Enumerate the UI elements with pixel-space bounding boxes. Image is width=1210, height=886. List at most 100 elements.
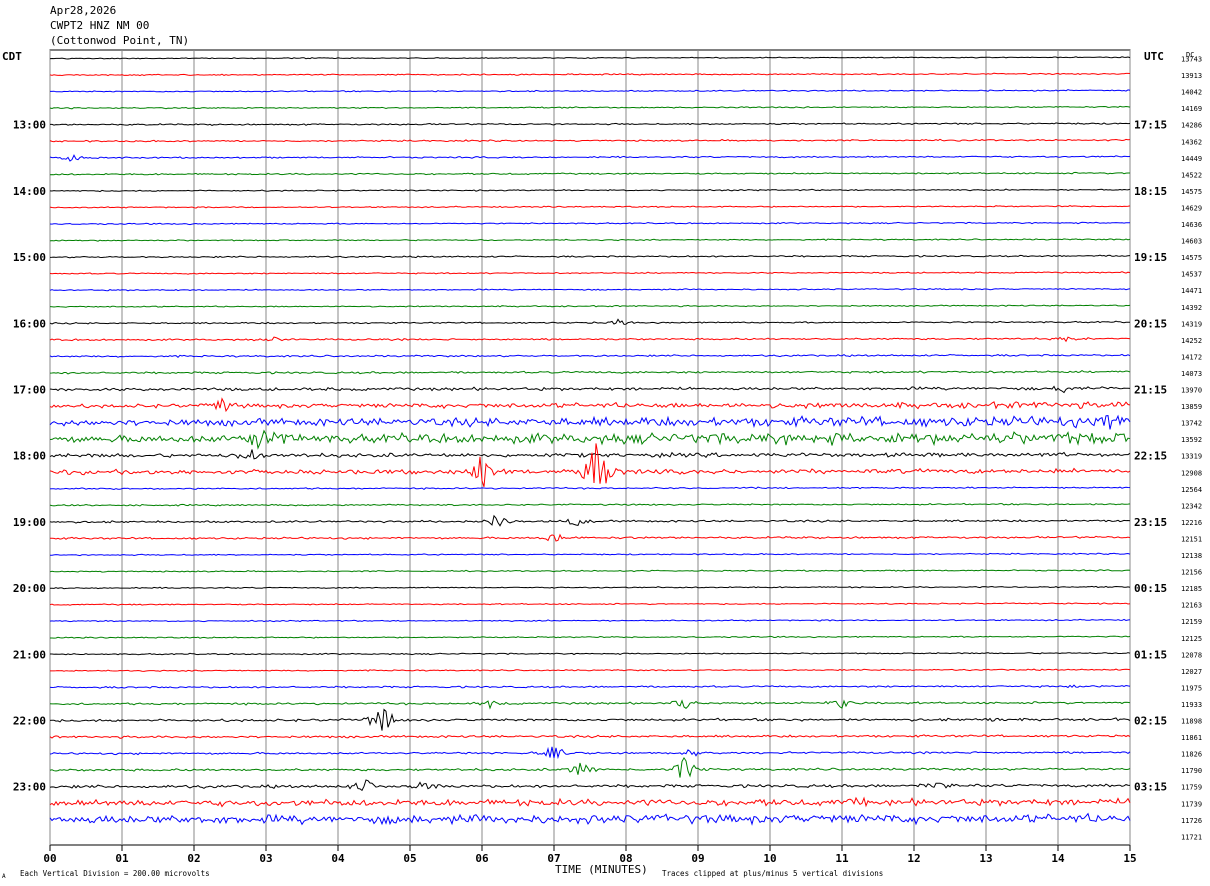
- left-hour-label: 21:00: [13, 648, 46, 661]
- trace-line-19: [49, 370, 1131, 375]
- dc-offset-value: 14537: [1181, 271, 1202, 279]
- left-hour-label: 16:00: [13, 317, 46, 330]
- x-tick-label: 10: [763, 852, 776, 865]
- trace-line-14: [49, 287, 1131, 292]
- trace-line-25: [49, 443, 1131, 487]
- trace-line-15: [49, 304, 1131, 308]
- right-hour-label: 02:15: [1134, 715, 1167, 728]
- trace-line-8: [49, 188, 1131, 193]
- corner-mark: A: [2, 873, 6, 880]
- right-hour-label: 03:15: [1134, 781, 1167, 794]
- x-tick-label: 14: [1051, 852, 1065, 865]
- division-note: Each Vertical Division = 200.00 microvol…: [20, 869, 210, 878]
- clip-note: Traces clipped at plus/minus 5 vertical …: [662, 869, 883, 878]
- dc-offset-value: 12163: [1181, 602, 1202, 610]
- trace-line-34: [49, 618, 1131, 623]
- dc-offset-value: 12185: [1181, 585, 1202, 593]
- dc-offset-value: 14636: [1181, 221, 1202, 229]
- dc-offset-value: 11975: [1181, 684, 1202, 692]
- dc-offset-value: 13319: [1181, 453, 1202, 461]
- dc-offset-value: 11721: [1181, 833, 1202, 841]
- dc-offset-value: 12156: [1181, 569, 1202, 577]
- trace-line-40: [49, 708, 1131, 731]
- trace-line-43: [49, 756, 1131, 778]
- left-hour-label: 23:00: [13, 781, 46, 794]
- trace-line-13: [49, 271, 1131, 275]
- trace-line-35: [50, 635, 1131, 639]
- right-hour-label: 17:15: [1134, 119, 1167, 132]
- x-tick-label: 06: [475, 852, 489, 865]
- x-tick-label: 04: [331, 852, 345, 865]
- dc-offset-value: 12342: [1181, 502, 1202, 510]
- right-hour-label: 01:15: [1134, 648, 1167, 661]
- trace-line-27: [49, 502, 1131, 507]
- plot-frame: [49, 49, 1131, 846]
- right-hour-label: 19:15: [1134, 251, 1167, 264]
- trace-line-23: [49, 429, 1131, 450]
- left-timezone-label: CDT: [2, 50, 22, 63]
- trace-line-9: [49, 205, 1131, 209]
- seismic-traces: [49, 56, 1131, 826]
- trace-line-10: [49, 221, 1131, 226]
- dc-offset-value: 12151: [1181, 535, 1202, 543]
- trace-line-42: [49, 746, 1131, 760]
- dc-offset-value: 12159: [1181, 618, 1202, 626]
- dc-offset-value: 11790: [1181, 767, 1202, 775]
- trace-line-17: [49, 336, 1131, 343]
- left-hour-label: 15:00: [13, 251, 46, 264]
- x-tick-label: 01: [115, 852, 129, 865]
- dc-offset-value: 13970: [1181, 387, 1202, 395]
- dc-offset-value: 11898: [1181, 718, 1202, 726]
- right-hour-label: 00:15: [1134, 582, 1167, 595]
- dc-offset-value: 12564: [1181, 486, 1202, 494]
- x-tick-label: 02: [187, 852, 200, 865]
- dc-offset-value: 14362: [1181, 138, 1202, 146]
- dc-offset-value: 11739: [1181, 800, 1202, 808]
- dc-offset-value: 14252: [1181, 337, 1202, 345]
- trace-line-3: [49, 105, 1131, 110]
- helicorder-chart: 00 01 02 03 04 05 06 07 08 09 10 11 12 13 14 15 CDT UTC…: [2, 49, 1202, 880]
- trace-line-31: [49, 569, 1131, 573]
- trace-line-6: [49, 154, 1131, 162]
- dc-offset-value: 14319: [1181, 320, 1202, 328]
- trace-line-11: [49, 238, 1131, 242]
- dc-offset-value: 14042: [1181, 89, 1202, 97]
- trace-line-7: [49, 171, 1130, 176]
- trace-line-12: [49, 254, 1131, 259]
- trace-line-2: [50, 89, 1131, 93]
- dc-offset-value: 13742: [1181, 420, 1202, 428]
- dc-offset-value: 14575: [1181, 188, 1202, 196]
- trace-line-28: [49, 514, 1131, 527]
- dc-offset-value: 11726: [1181, 817, 1202, 825]
- trace-line-39: [49, 699, 1131, 710]
- trace-line-30: [49, 552, 1131, 557]
- dc-offset-value: 12078: [1181, 651, 1202, 659]
- dc-offset-value: 14392: [1181, 304, 1202, 312]
- x-tick-label: 13: [979, 852, 992, 865]
- dc-offset-value: 14471: [1181, 287, 1202, 295]
- x-tick-label: 12: [907, 852, 920, 865]
- dc-offset-value: 14603: [1181, 238, 1202, 246]
- x-tick-label: 03: [259, 852, 272, 865]
- trace-line-4: [50, 122, 1131, 126]
- right-hour-label: 22:15: [1134, 450, 1167, 463]
- dc-offset-value: 12027: [1181, 668, 1202, 676]
- left-hour-label: 14:00: [13, 185, 46, 198]
- trace-line-26: [49, 486, 1131, 491]
- trace-line-1: [49, 72, 1131, 77]
- dc-offset-value: 11759: [1181, 784, 1202, 792]
- minute-gridlines: 00 01 02 03 04 05 06 07 08 09 10 11 12 13 14 15: [43, 50, 1137, 865]
- dc-offset-value: 14449: [1181, 155, 1202, 163]
- trace-line-18: [49, 353, 1131, 358]
- dc-offset-value: 11861: [1181, 734, 1202, 742]
- right-timezone-label: UTC: [1144, 50, 1164, 63]
- trace-line-33: [49, 602, 1131, 606]
- x-tick-label: 05: [403, 852, 416, 865]
- dc-offset-value: 14286: [1181, 122, 1202, 130]
- trace-line-24: [49, 449, 1131, 460]
- right-hour-label: 20:15: [1134, 317, 1167, 330]
- trace-line-5: [49, 138, 1131, 143]
- x-tick-label: 15: [1123, 852, 1136, 865]
- left-hour-label: 19:00: [13, 516, 46, 529]
- dc-offset-value: 12125: [1181, 635, 1202, 643]
